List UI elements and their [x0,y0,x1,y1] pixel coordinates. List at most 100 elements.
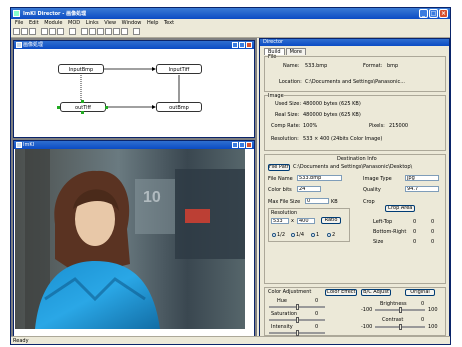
brightness-slider-knob[interactable] [399,307,402,313]
copy-icon[interactable] [49,28,56,35]
menu-links[interactable]: Links [86,19,99,27]
ratio-two-radio[interactable] [327,233,331,237]
ratio-button[interactable]: Ratio [321,217,341,224]
ratio-half-radio[interactable] [272,233,276,237]
bc-adjust-button[interactable]: B/C Adjust [361,289,391,296]
node-inputtiff[interactable]: InputTiff [156,64,202,74]
cut-icon[interactable] [41,28,48,35]
file-name-label: Name: [283,63,300,69]
saturation-slider-knob[interactable] [296,317,299,323]
size-x: 0 [413,239,417,245]
menu-edit[interactable]: Edit [29,19,39,27]
portrait-photo [15,149,245,329]
save-icon[interactable] [29,28,36,35]
ratio-one-radio[interactable] [311,233,315,237]
crop-area-button[interactable]: Crop Area [385,205,415,212]
contrast-slider-knob[interactable] [399,324,402,330]
app-window: ImKI Director - 画像処理 _ □ × File Edit Mod… [10,7,451,345]
res-height-input[interactable]: 400 [297,218,315,224]
hue-slider-knob[interactable] [296,304,299,310]
contrast-min-label: -100 [361,324,373,330]
pixels-value: 215000 [389,123,409,129]
file-name-input[interactable]: 533.bmp [297,175,342,181]
menu-mod[interactable]: MOD [68,19,80,27]
image-window-icon [16,142,22,148]
graph-minimize-button[interactable] [232,42,238,48]
real-size-label: Real Size: [275,112,300,118]
intensity-label: Intensity [271,324,293,330]
saturation-label: Saturation [271,311,298,317]
zoom-icon[interactable] [121,28,128,35]
module-icon[interactable] [81,28,88,35]
contrast-slider[interactable] [375,324,425,330]
bottom-right-x: 0 [413,229,417,235]
used-size-label: Used Size: [275,101,302,107]
image-maximize-button[interactable] [239,142,245,148]
color-effect-button[interactable]: Color Effect [325,289,357,296]
brightness-slider[interactable] [375,307,425,313]
close-button[interactable]: × [439,9,448,18]
maximize-button[interactable]: □ [429,9,438,18]
photo-canvas: 10 [15,149,245,329]
bottom-right-y: 0 [431,229,435,235]
node-inputbmp[interactable]: InputBmp [58,64,104,74]
real-size-value: 480000 bytes (625 KB) [303,112,361,118]
status-bar: Ready [11,336,450,344]
max-file-size-input[interactable]: 0 [305,198,329,204]
res-width-input[interactable]: 533 [271,218,289,224]
minimize-button[interactable]: _ [419,9,428,18]
original-button[interactable]: Original [405,289,435,296]
file-name-label-dest: File Name [268,176,293,182]
color-adjustment-group: Color Adjustment Color Effect B/C Adjust… [264,287,446,336]
menu-module[interactable]: Module [44,19,62,27]
tab-more[interactable]: More [285,48,306,55]
ratio-two-label: 2 [332,232,336,238]
res-times-sign: x [291,218,294,224]
graph-links [80,67,180,109]
link-icon[interactable] [89,28,96,35]
graph-window: 画像処理 InputBmp InputTiff outTiff outBmp [13,40,255,138]
node-port-handle[interactable] [81,111,84,114]
run-icon[interactable] [97,28,104,35]
saturation-slider[interactable] [269,317,325,323]
image-type-select[interactable]: jpg [405,175,439,181]
hue-slider[interactable] [269,304,325,310]
menu-text[interactable]: Text [164,19,174,27]
node-port-handle[interactable] [105,106,108,109]
image-minimize-button[interactable] [232,142,238,148]
max-file-size-unit: KB [331,199,338,205]
menu-help[interactable]: Help [147,19,158,27]
arrow-icon[interactable] [113,28,120,35]
file-path-button[interactable]: File Path [268,164,290,171]
file-name-value: 533.bmp [305,63,328,69]
ratio-quarter-label: 1/4 [296,232,305,238]
size-label: Size [373,239,384,245]
open-icon[interactable] [21,28,28,35]
intensity-slider[interactable] [269,330,325,336]
node-port-handle[interactable] [81,100,84,103]
image-close-button[interactable] [246,142,252,148]
menu-file[interactable]: File [15,19,23,27]
toolbar [11,27,450,38]
stop-icon[interactable] [105,28,112,35]
color-bits-select[interactable]: 24 [297,186,321,192]
node-outbmp[interactable]: outBmp [156,102,202,112]
brightness-value: 0 [421,301,425,307]
help-icon[interactable] [133,28,140,35]
graph-maximize-button[interactable] [239,42,245,48]
quality-select[interactable]: 94.7 [405,186,439,192]
app-title: ImKI Director - 画像処理 [23,11,87,17]
paste-icon[interactable] [57,28,64,35]
menu-window[interactable]: Window [122,19,142,27]
new-icon[interactable] [13,28,20,35]
menu-view[interactable]: View [104,19,116,27]
menu-bar: File Edit Module MOD Links View Window H… [11,19,450,27]
image-window-title: ImKI [23,142,35,148]
graph-window-icon [16,42,22,48]
image-type-label: Image Type [363,176,392,182]
graph-close-button[interactable] [246,42,252,48]
ratio-quarter-radio[interactable] [291,233,295,237]
ratio-one-label: 1 [316,232,320,238]
print-icon[interactable] [69,28,76,35]
node-port-handle[interactable] [57,106,60,109]
